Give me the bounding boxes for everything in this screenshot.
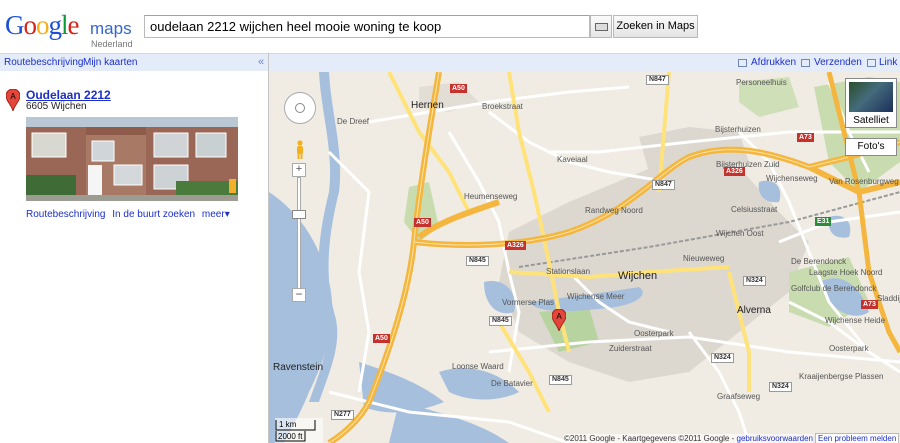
place-label: Oosterpark	[634, 329, 674, 338]
result-directions-link[interactable]: Routebeschrijving	[26, 209, 106, 220]
road-label: Zuiderstraat	[609, 344, 652, 353]
road-label: Heumenseweg	[464, 192, 518, 201]
zoom-out-button[interactable]: −	[292, 288, 306, 302]
collapse-panel-icon[interactable]: «	[258, 56, 264, 68]
road-shield: N324	[743, 276, 766, 286]
place-label: Kraaijenbergse Plassen	[799, 372, 884, 381]
road-label: Broekstraat	[482, 102, 523, 111]
marker-a-icon[interactable]: A	[6, 89, 20, 111]
pan-control[interactable]	[284, 92, 316, 124]
print-icon	[738, 59, 747, 67]
road-label: Kaveiaal	[557, 155, 588, 164]
search-nearby-link[interactable]: In de buurt zoeken	[112, 209, 195, 220]
road-label: Celsiusstraat	[731, 205, 778, 214]
road-label: Sladdijk	[877, 294, 900, 303]
road-shield: A50	[450, 84, 467, 93]
place-label: Bijsterhuizen	[715, 125, 761, 134]
google-maps-logo[interactable]: Google maps Nederland	[5, 10, 140, 49]
search-input[interactable]: oudelaan 2212 wijchen heel mooie woning …	[144, 15, 590, 38]
link-icon	[867, 59, 876, 67]
place-label: Wijchen	[618, 270, 658, 282]
place-label: Loonse Waard	[452, 362, 504, 371]
my-maps-link[interactable]: Mijn kaarten	[83, 57, 137, 68]
terms-link[interactable]: gebruiksvoorwaarden	[737, 434, 814, 443]
result-title[interactable]: Oudelaan 2212	[26, 88, 111, 102]
svg-text:A: A	[556, 312, 562, 321]
svg-text:A: A	[10, 92, 16, 101]
map-copyright: ©2011 Google - Kaartgegevens ©2011 Googl…	[564, 434, 814, 443]
road-shield: A326	[505, 241, 526, 250]
road-shield: A73	[797, 133, 814, 142]
left-panel-toolbar: Routebeschrijving Mijn kaarten «	[0, 53, 268, 71]
street-view-photo[interactable]	[26, 117, 238, 201]
hand-icon	[295, 103, 305, 113]
print-link[interactable]: Afdrukken	[751, 57, 796, 68]
send-email-icon	[801, 59, 810, 67]
link-link[interactable]: Link	[879, 57, 897, 68]
map-canvas[interactable]: Hernen Wijchen Ravenstein Alverna De Dre…	[269, 72, 900, 443]
road-shield: N845	[466, 256, 489, 266]
place-label: Golfclub de Berendonck	[791, 284, 877, 293]
road-shield: N324	[769, 382, 792, 392]
place-label: Alverna	[737, 305, 771, 316]
road-shield: A50	[414, 218, 431, 227]
logo-country: Nederland	[91, 39, 133, 49]
place-label: De Dreef	[337, 117, 370, 126]
report-problem-link[interactable]: Een probleem melden	[815, 433, 900, 443]
road-label: Wijchenseweg	[766, 174, 818, 183]
road-shield: N324	[711, 353, 734, 363]
road-label: Randweg Noord	[585, 206, 643, 215]
road-label: Oosterpark	[829, 344, 869, 353]
map-marker-a-icon[interactable]: A	[552, 309, 566, 331]
zoom-slider-thumb[interactable]	[292, 210, 306, 219]
place-label: Vormerse Plas	[502, 298, 555, 307]
place-label: Ravenstein	[273, 362, 324, 373]
virtual-keyboard-button[interactable]	[590, 15, 612, 38]
road-shield: N845	[489, 316, 512, 326]
place-label: De Batavier	[491, 379, 533, 388]
road-shield: N847	[652, 180, 675, 190]
road-shield: N847	[646, 75, 669, 85]
photos-layer-button[interactable]: Foto's	[845, 138, 897, 156]
map-toolbar: Afdrukken Verzenden Link	[269, 53, 900, 72]
scale-bar: 1 km 2000 ft	[275, 418, 323, 443]
zoom-in-button[interactable]: +	[292, 163, 306, 177]
pegman-icon[interactable]	[295, 140, 305, 160]
result-actions: Routebeschrijving In de buurt zoeken mee…	[26, 209, 234, 220]
place-label: Laagste Hoek Noord	[809, 268, 883, 277]
place-label: Wijchense Meer	[567, 292, 625, 301]
zoom-slider-track[interactable]	[297, 177, 301, 289]
result-address: 6605 Wijchen	[26, 101, 87, 112]
scale-ft: 2000 ft	[278, 432, 303, 441]
search-maps-button[interactable]: Zoeken in Maps	[613, 15, 698, 38]
place-label: Hernen	[411, 100, 444, 111]
directions-link[interactable]: Routebeschrijving	[4, 57, 84, 68]
satellite-label: Satelliet	[853, 115, 889, 126]
road-shield: A73	[861, 300, 878, 309]
copyright-text: ©2011 Google - Kaartgegevens ©2011 Googl…	[564, 434, 735, 443]
road-shield: A326	[724, 167, 745, 176]
logo-word: Google	[5, 10, 79, 40]
road-shield: N277	[331, 410, 354, 420]
scale-km: 1 km	[279, 420, 297, 429]
satellite-thumbnail	[849, 82, 893, 112]
place-label: Wijchen Oost	[716, 229, 764, 238]
road-label: Stationslaan	[546, 267, 591, 276]
satellite-toggle[interactable]: Satelliet	[845, 78, 897, 128]
place-label: Wijchense Heide	[825, 316, 886, 325]
road-label: Nieuweweg	[683, 254, 725, 263]
road-shield: N845	[549, 375, 572, 385]
road-label: Graafseweg	[717, 392, 761, 401]
header: Google maps Nederland oudelaan 2212 wijc…	[0, 0, 900, 52]
more-link[interactable]: meer▾	[202, 209, 230, 220]
place-label: Personeelhuis	[736, 78, 787, 87]
place-label: De Berendonck	[791, 257, 847, 266]
road-shield: E31	[815, 217, 832, 226]
send-link[interactable]: Verzenden	[814, 57, 862, 68]
logo-product: maps	[90, 19, 132, 38]
road-label: Van Rosenburgweg	[829, 177, 899, 186]
keyboard-icon	[595, 23, 608, 31]
road-shield: A50	[373, 334, 390, 343]
